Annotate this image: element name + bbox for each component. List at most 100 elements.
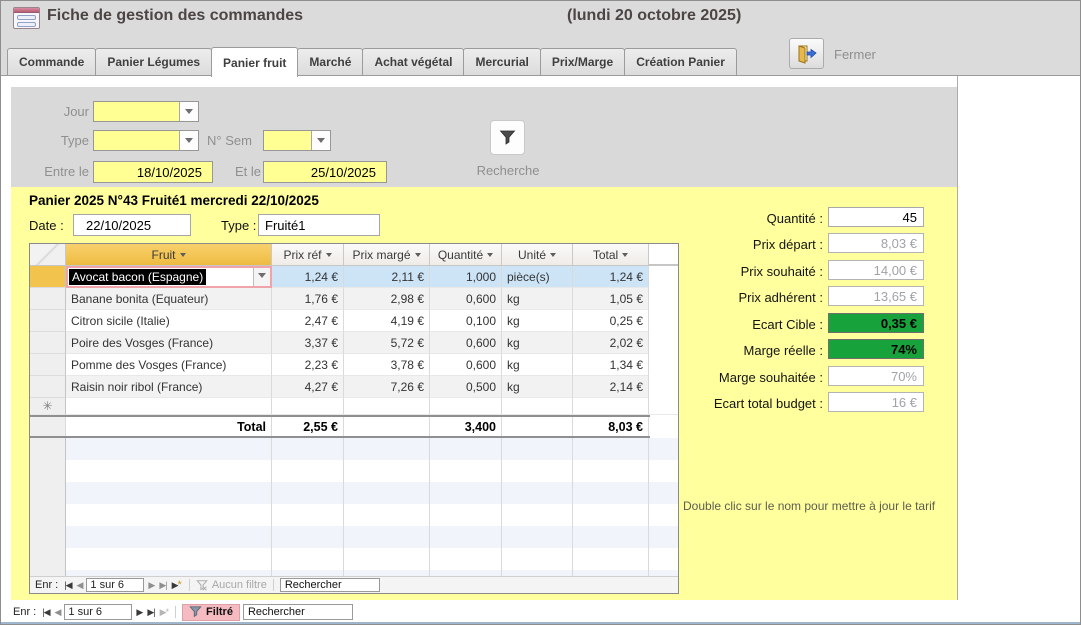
cell-prix-marge[interactable]: 4,19 € <box>344 310 430 332</box>
cell-total[interactable]: 2,14 € <box>573 376 649 398</box>
cell-prix-marge[interactable]: 5,72 € <box>344 332 430 354</box>
jour-combobox[interactable] <box>93 101 199 122</box>
date-fin-field[interactable]: 25/10/2025 <box>263 161 387 183</box>
cell-prix-ref[interactable]: 2,47 € <box>272 310 344 332</box>
next-record-button[interactable]: ▶ <box>135 607 143 618</box>
tab-prix-marge[interactable]: Prix/Marge <box>540 48 625 76</box>
quantite-field[interactable]: 45 <box>828 207 924 227</box>
cell-unite[interactable]: kg <box>502 332 573 354</box>
chevron-down-icon[interactable] <box>179 131 198 150</box>
cell-quantite[interactable]: 0,100 <box>430 310 502 332</box>
tab-creation-panier[interactable]: Création Panier <box>624 48 737 76</box>
cell-fruit[interactable]: Raisin noir ribol (France) <box>66 376 272 398</box>
cell-quantite[interactable]: 0,600 <box>430 354 502 376</box>
cell-prix-ref[interactable]: 1,24 € <box>272 266 344 288</box>
date-debut-field[interactable]: 18/10/2025 <box>93 161 213 183</box>
cell-unite[interactable]: kg <box>502 288 573 310</box>
cell-quantite[interactable] <box>430 398 502 415</box>
recherche-button[interactable] <box>490 120 525 155</box>
row-selector[interactable] <box>30 332 66 354</box>
cell-prix-ref[interactable]: 3,37 € <box>272 332 344 354</box>
column-header-total[interactable]: Total <box>573 244 649 265</box>
tab-panier-fruit[interactable]: Panier fruit <box>211 47 298 77</box>
row-selector[interactable] <box>30 310 66 332</box>
tab-commande[interactable]: Commande <box>7 48 96 76</box>
previous-record-button[interactable]: ◀ <box>54 607 62 618</box>
cell-fruit[interactable]: Citron sicile (Italie) <box>66 310 272 332</box>
tab-panier-legumes[interactable]: Panier Légumes <box>95 48 212 76</box>
cell-quantite[interactable]: 0,600 <box>430 332 502 354</box>
cell-fruit[interactable] <box>66 398 272 415</box>
new-record-selector[interactable]: ✳ <box>30 398 66 415</box>
last-record-button[interactable]: ▶| <box>146 607 155 618</box>
fruit-combobox[interactable]: Avocat bacon (Espagne) <box>66 266 272 288</box>
tab-marche[interactable]: Marché <box>297 48 363 76</box>
cell-prix-ref[interactable]: 2,23 € <box>272 354 344 376</box>
select-all-corner[interactable] <box>30 244 66 265</box>
chevron-down-icon[interactable] <box>487 253 493 260</box>
cell-total[interactable]: 1,34 € <box>573 354 649 376</box>
cell-prix-ref[interactable] <box>272 398 344 415</box>
chevron-down-icon[interactable] <box>415 253 421 260</box>
first-record-button[interactable]: |◀ <box>41 607 50 618</box>
cell-prix-marge[interactable]: 7,26 € <box>344 376 430 398</box>
column-header-quantite[interactable]: Quantité <box>430 244 502 265</box>
first-record-button[interactable]: |◀ <box>63 580 72 591</box>
cell-fruit[interactable]: Banane bonita (Equateur) <box>66 288 272 310</box>
cell-prix-ref[interactable]: 1,76 € <box>272 288 344 310</box>
cell-prix-ref[interactable]: 4,27 € <box>272 376 344 398</box>
tab-achat-vegetal[interactable]: Achat végétal <box>362 48 464 76</box>
search-record-box[interactable]: Rechercher <box>243 604 353 620</box>
column-header-fruit[interactable]: Fruit <box>66 244 272 265</box>
cell-unite[interactable]: kg <box>502 376 573 398</box>
cell-total[interactable] <box>573 398 649 415</box>
chevron-down-icon[interactable] <box>311 131 330 150</box>
column-header-prix-ref[interactable]: Prix réf <box>272 244 344 265</box>
cell-quantite[interactable]: 0,600 <box>430 288 502 310</box>
cell-unite[interactable] <box>502 398 573 415</box>
chevron-down-icon[interactable] <box>179 102 198 121</box>
cell-prix-marge[interactable] <box>344 398 430 415</box>
cell-quantite[interactable]: 1,000 <box>430 266 502 288</box>
cell-prix-marge[interactable]: 2,11 € <box>344 266 430 288</box>
search-record-box[interactable]: Rechercher <box>280 578 380 592</box>
cell-prix-marge[interactable]: 2,98 € <box>344 288 430 310</box>
semaine-combobox[interactable] <box>263 130 331 151</box>
filtered-toggle[interactable]: Filtré <box>182 604 240 621</box>
row-selector[interactable] <box>30 354 66 376</box>
chevron-down-icon[interactable] <box>253 268 270 286</box>
chevron-down-icon[interactable] <box>326 253 332 260</box>
record-position-box[interactable]: 1 sur 6 <box>64 604 132 620</box>
row-selector[interactable] <box>30 288 66 310</box>
next-record-button[interactable]: ▶ <box>147 580 155 591</box>
cell-total[interactable]: 1,05 € <box>573 288 649 310</box>
new-record-button[interactable]: ▶* <box>171 579 183 591</box>
cell-total[interactable]: 1,24 € <box>573 266 649 288</box>
cell-quantite[interactable]: 0,500 <box>430 376 502 398</box>
tab-mercurial[interactable]: Mercurial <box>463 48 540 76</box>
record-position-box[interactable]: 1 sur 6 <box>86 578 144 592</box>
column-header-prix-marge[interactable]: Prix margé <box>344 244 430 265</box>
cell-unite[interactable]: kg <box>502 310 573 332</box>
cell-prix-marge[interactable]: 3,78 € <box>344 354 430 376</box>
cell-fruit-selected-text[interactable]: Avocat bacon (Espagne) <box>69 269 206 285</box>
previous-record-button[interactable]: ◀ <box>76 580 84 591</box>
cell-fruit[interactable]: Pomme des Vosges (France) <box>66 354 272 376</box>
chevron-down-icon[interactable] <box>180 253 186 260</box>
cell-unite[interactable]: pièce(s) <box>502 266 573 288</box>
row-selector[interactable] <box>30 266 66 288</box>
chevron-down-icon[interactable] <box>550 253 556 260</box>
close-form-button[interactable] <box>789 38 824 69</box>
date-field[interactable]: 22/10/2025 <box>73 214 191 236</box>
last-record-button[interactable]: ▶| <box>158 580 167 591</box>
cell-fruit[interactable]: Poire des Vosges (France) <box>66 332 272 354</box>
row-selector[interactable] <box>30 376 66 398</box>
cell-unite[interactable]: kg <box>502 354 573 376</box>
cell-total[interactable]: 2,02 € <box>573 332 649 354</box>
column-header-unite[interactable]: Unité <box>502 244 573 265</box>
exit-door-icon <box>796 44 818 64</box>
type-field[interactable]: Fruité1 <box>258 214 380 236</box>
type-combobox[interactable] <box>93 130 199 151</box>
chevron-down-icon[interactable] <box>622 253 628 260</box>
cell-total[interactable]: 0,25 € <box>573 310 649 332</box>
